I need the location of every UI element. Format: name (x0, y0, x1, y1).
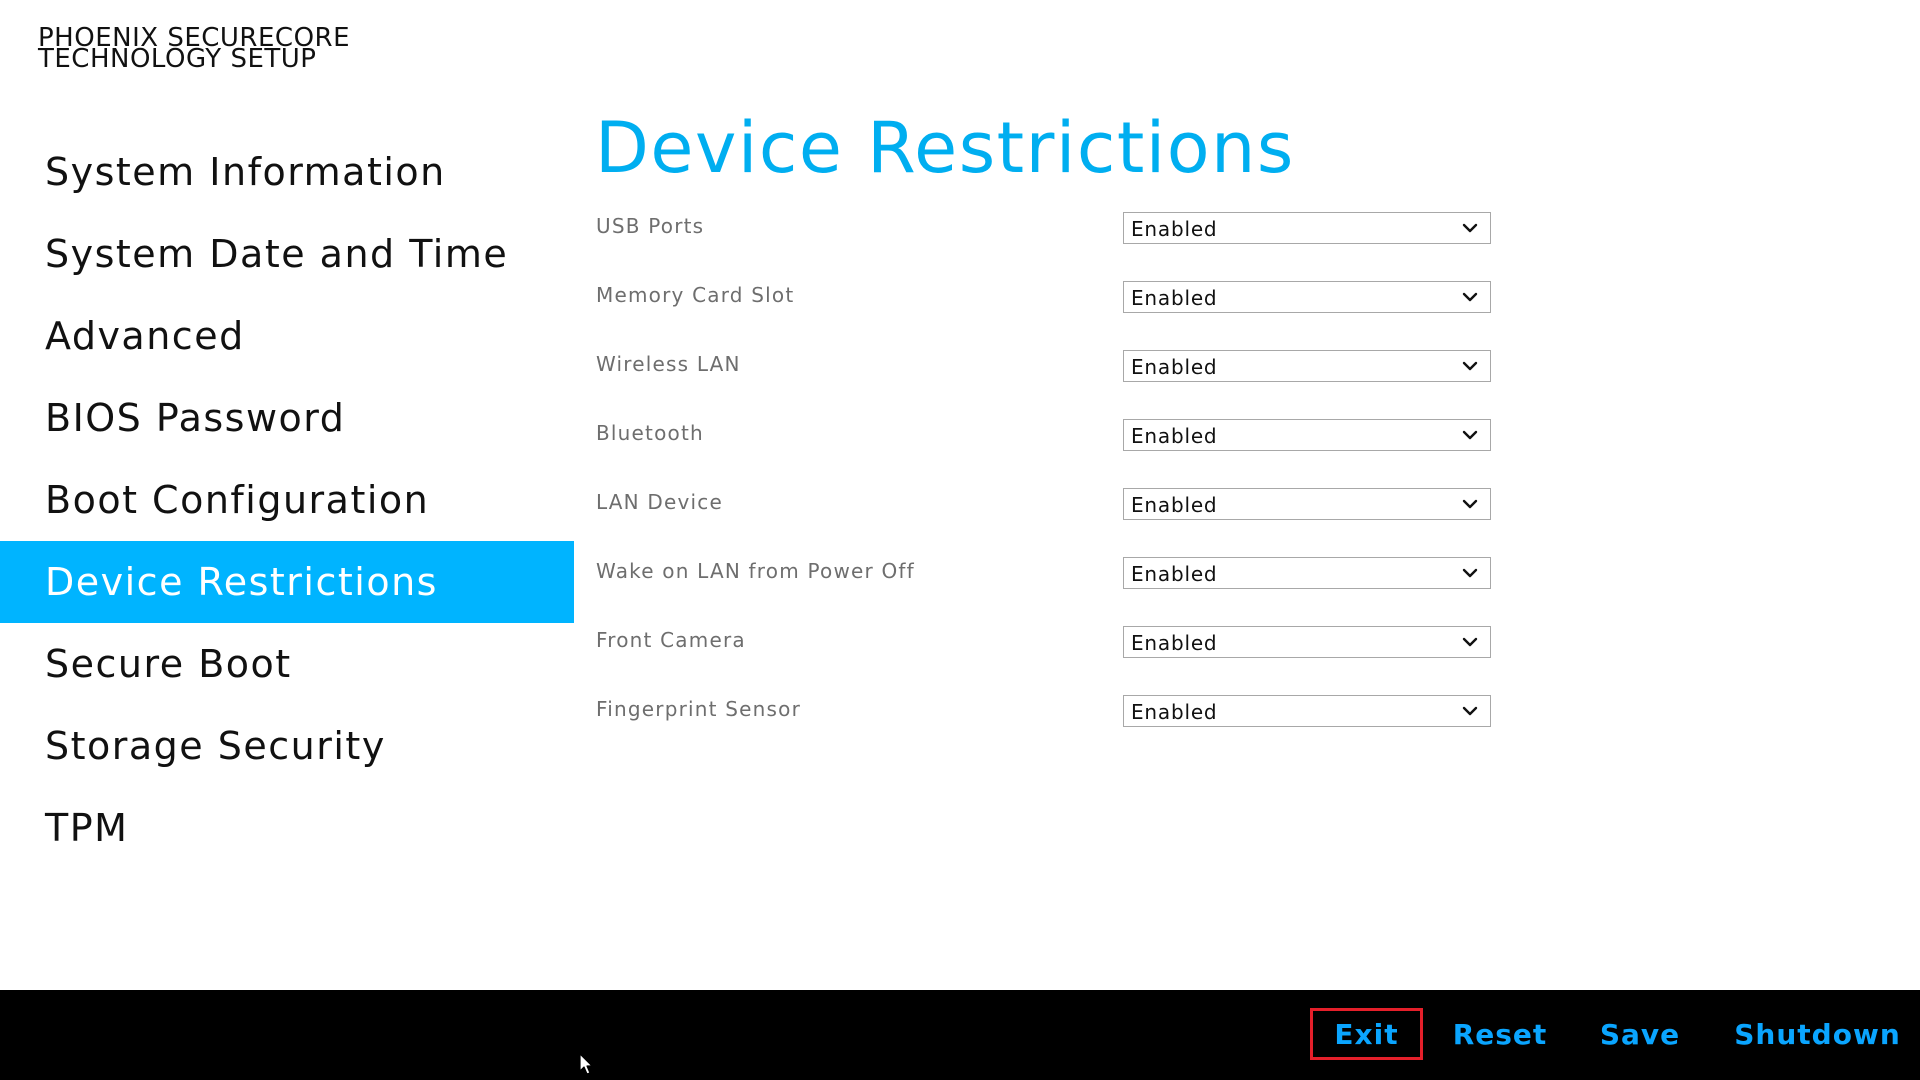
select-value: Enabled (1131, 355, 1218, 379)
sidebar-item-boot-configuration[interactable]: Boot Configuration (0, 459, 574, 541)
setting-row-fingerprint-sensor: Fingerprint Sensor Enabled (595, 683, 1595, 752)
setting-label: Bluetooth (596, 421, 704, 445)
exit-button[interactable]: Exit (1310, 1008, 1423, 1060)
setting-row-front-camera: Front Camera Enabled (595, 614, 1595, 683)
setting-label: LAN Device (596, 490, 723, 514)
setting-row-memory-card-slot: Memory Card Slot Enabled (595, 269, 1595, 338)
reset-button[interactable]: Reset (1446, 1008, 1554, 1060)
sidebar-item-storage-security[interactable]: Storage Security (0, 705, 574, 787)
setting-label: Wake on LAN from Power Off (596, 559, 915, 583)
select-value: Enabled (1131, 286, 1218, 310)
setting-row-wireless-lan: Wireless LAN Enabled (595, 338, 1595, 407)
footer-bar: Exit Reset Save Shutdown (0, 990, 1920, 1080)
lan-device-select[interactable]: Enabled (1123, 488, 1491, 520)
sidebar-item-system-information[interactable]: System Information (0, 131, 574, 213)
sidebar-item-secure-boot[interactable]: Secure Boot (0, 623, 574, 705)
select-value: Enabled (1131, 424, 1218, 448)
chevron-down-icon (1462, 292, 1478, 302)
brand-line-2: TECHNOLOGY SETUP (38, 44, 317, 74)
select-value: Enabled (1131, 700, 1218, 724)
setting-row-lan-device: LAN Device Enabled (595, 476, 1595, 545)
chevron-down-icon (1462, 223, 1478, 233)
mouse-pointer-icon (579, 1053, 593, 1075)
chevron-down-icon (1462, 361, 1478, 371)
select-value: Enabled (1131, 217, 1218, 241)
chevron-down-icon (1462, 499, 1478, 509)
setting-label: USB Ports (596, 214, 705, 238)
select-value: Enabled (1131, 631, 1218, 655)
chevron-down-icon (1462, 637, 1478, 647)
setting-row-usb-ports: USB Ports Enabled (595, 200, 1595, 269)
sidebar-item-bios-password[interactable]: BIOS Password (0, 377, 574, 459)
save-button[interactable]: Save (1595, 1008, 1685, 1060)
sidebar-item-device-restrictions[interactable]: Device Restrictions (0, 541, 574, 623)
wireless-lan-select[interactable]: Enabled (1123, 350, 1491, 382)
sidebar-item-system-date-and-time[interactable]: System Date and Time (0, 213, 574, 295)
setting-label: Front Camera (596, 628, 746, 652)
fingerprint-sensor-select[interactable]: Enabled (1123, 695, 1491, 727)
main-panel: Device Restrictions USB Ports Enabled Me… (595, 100, 1595, 752)
sidebar-item-tpm[interactable]: TPM (0, 787, 574, 869)
front-camera-select[interactable]: Enabled (1123, 626, 1491, 658)
chevron-down-icon (1462, 706, 1478, 716)
setting-row-bluetooth: Bluetooth Enabled (595, 407, 1595, 476)
select-value: Enabled (1131, 493, 1218, 517)
sidebar-nav: System Information System Date and Time … (0, 131, 574, 869)
shutdown-button[interactable]: Shutdown (1730, 1008, 1905, 1060)
bluetooth-select[interactable]: Enabled (1123, 419, 1491, 451)
usb-ports-select[interactable]: Enabled (1123, 212, 1491, 244)
chevron-down-icon (1462, 568, 1478, 578)
memory-card-slot-select[interactable]: Enabled (1123, 281, 1491, 313)
page-title: Device Restrictions (595, 107, 1295, 189)
brand-logo-text: PHOENIX SECURECORE TECHNOLOGY SETUP (38, 25, 350, 74)
setting-label: Memory Card Slot (596, 283, 795, 307)
setting-row-wake-on-lan: Wake on LAN from Power Off Enabled (595, 545, 1595, 614)
chevron-down-icon (1462, 430, 1478, 440)
bios-setup-screen: PHOENIX SECURECORE TECHNOLOGY SETUP Syst… (0, 0, 1920, 1080)
select-value: Enabled (1131, 562, 1218, 586)
setting-label: Wireless LAN (596, 352, 741, 376)
sidebar-item-advanced[interactable]: Advanced (0, 295, 574, 377)
setting-label: Fingerprint Sensor (596, 697, 802, 721)
wake-on-lan-select[interactable]: Enabled (1123, 557, 1491, 589)
